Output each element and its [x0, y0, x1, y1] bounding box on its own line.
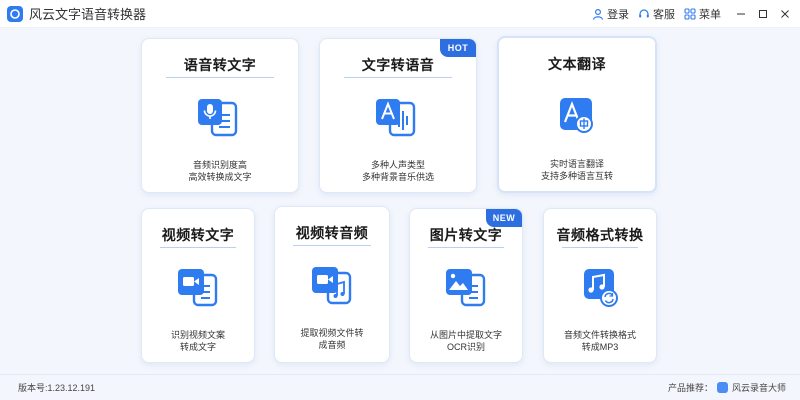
close-icon [781, 9, 789, 18]
card-description: 识别视频文案 转成文字 [142, 329, 254, 353]
close-button[interactable] [774, 0, 796, 28]
service-label: 客服 [653, 8, 675, 21]
card-video-to-text[interactable]: 视频转文字 识别视频文案 转成文字 [141, 208, 255, 363]
version-label: 版本号:1.23.12.191 [18, 383, 96, 393]
card-desc-line2: OCR识别 [447, 342, 485, 352]
service-button[interactable]: 客服 [638, 6, 675, 22]
headset-icon [639, 8, 649, 17]
card-title: 图片转文字 [429, 227, 503, 243]
card-desc-line2: 高效转换成文字 [188, 172, 252, 182]
status-bar: 版本号:1.23.12.191 产品推荐： 风云录音大师 [0, 374, 800, 400]
card-title: 视频转音频 [295, 225, 369, 241]
card-divider [293, 245, 371, 246]
card-desc-line2: 支持多种语言互转 [540, 171, 613, 181]
card-desc-line2: 转成MP3 [581, 342, 619, 352]
card-desc-line1: 音频文件转换格式 [563, 330, 636, 340]
login-button[interactable]: 登录 [592, 6, 629, 22]
minimize-button[interactable] [730, 0, 752, 28]
card-divider [160, 247, 236, 248]
mic-doc-icon [198, 99, 238, 137]
card-desc-line2: 多种背景音乐供选 [361, 172, 434, 182]
video-music-icon [312, 267, 352, 305]
card-divider [428, 247, 504, 248]
card-desc-line1: 多种人声类型 [370, 160, 425, 170]
card-desc-line1: 提取视频文件转 [300, 328, 364, 338]
card-description: 多种人声类型 多种背景音乐供选 [320, 159, 476, 183]
music-convert-icon [584, 269, 618, 307]
app-logo-icon [7, 5, 23, 22]
user-icon [592, 8, 604, 20]
translate-icon [560, 98, 593, 133]
title-bar: 风云文字语音转换器 登录 客服 菜单 [0, 0, 800, 28]
video-doc-icon [178, 269, 218, 307]
image-doc-icon [446, 269, 486, 307]
card-image-to-text[interactable]: NEW 图片转文字 从图片中提取文字 OCR识别 [409, 208, 523, 363]
card-desc-line2: 成音频 [318, 340, 346, 350]
promo-product-link[interactable]: 风云录音大师 [732, 381, 786, 394]
card-audio-format-convert[interactable]: 音频格式转换 音频文件转换格式 转成MP3 [543, 208, 657, 363]
app-title: 风云文字语音转换器 [29, 7, 147, 22]
card-title: 视频转文字 [161, 227, 235, 243]
card-divider [166, 77, 274, 78]
card-desc-line1: 识别视频文案 [170, 330, 225, 340]
recorder-logo-icon [716, 382, 728, 393]
card-description: 音频识别度高 高效转换成文字 [142, 159, 298, 183]
card-title: 文字转语音 [361, 57, 435, 73]
card-description: 从图片中提取文字 OCR识别 [410, 329, 522, 353]
card-description: 提取视频文件转 成音频 [275, 327, 389, 351]
card-desc-line2: 转成文字 [179, 342, 216, 352]
promo-label: 产品推荐： [667, 383, 713, 393]
card-desc-line1: 实时语言翻译 [549, 159, 604, 169]
card-title: 语音转文字 [183, 57, 257, 73]
maximize-button[interactable] [752, 0, 774, 28]
card-description: 音频文件转换格式 转成MP3 [544, 329, 656, 353]
card-title: 文本翻译 [548, 56, 606, 72]
login-label: 登录 [607, 8, 629, 21]
card-divider [562, 247, 638, 248]
card-speech-to-text[interactable]: 语音转文字 音频识别度高 高效转换成文字 [141, 38, 299, 193]
maximize-icon [759, 9, 767, 18]
card-text-to-speech[interactable]: HOT 文字转语音 多种人声类型 多种背景音乐供选 [319, 38, 477, 193]
card-title: 音频格式转换 [556, 227, 644, 243]
menu-label: 菜单 [699, 8, 721, 21]
menu-button[interactable]: 菜单 [684, 6, 721, 22]
minimize-icon [737, 13, 745, 14]
card-desc-line1: 从图片中提取文字 [429, 330, 502, 340]
card-description: 实时语言翻译 支持多种语言互转 [499, 158, 655, 182]
product-recommendation[interactable]: 产品推荐： 风云录音大师 [668, 381, 786, 394]
card-text-translate[interactable]: 文本翻译 实时语言翻译 支持多种语言互转 [497, 36, 657, 193]
card-video-to-audio[interactable]: 视频转音频 提取视频文件转 成音频 [274, 206, 390, 363]
card-divider [344, 77, 452, 78]
text-to-audio-icon [376, 99, 416, 137]
card-desc-line1: 音频识别度高 [192, 160, 247, 170]
menu-icon [684, 7, 696, 20]
